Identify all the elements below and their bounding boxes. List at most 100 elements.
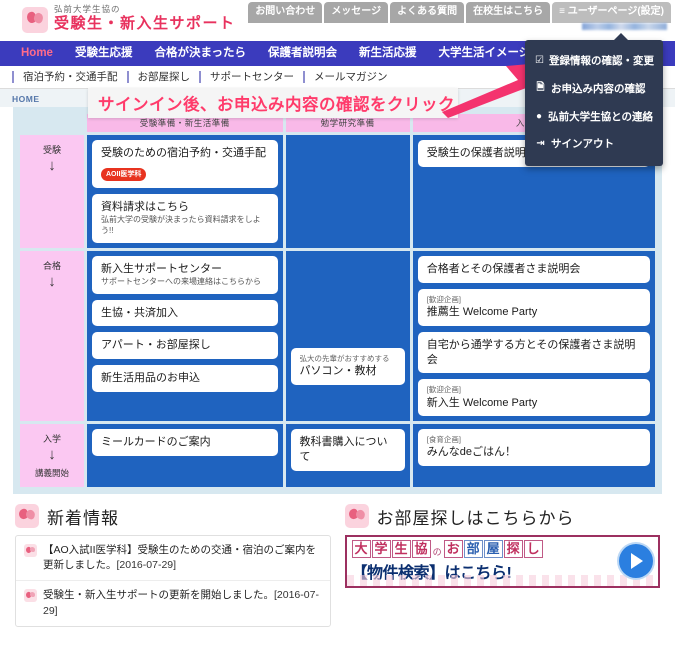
stage-name: 入学 [42, 434, 61, 445]
cell-exam-col1: 受験のための宿泊予約・交通手配 AOII医学科 資料請求はこちら 弘前大学の受験… [87, 135, 283, 248]
menu-item-sign-out[interactable]: ⇥ サインアウト [525, 130, 663, 157]
chat-bubble-icon: ● [536, 111, 543, 122]
message-button[interactable]: メッセージ [324, 2, 389, 23]
news-text: 【AO入試II医学科】受験生のための交通・宿泊のご案内を更新しました。 [43, 543, 317, 572]
card-meal-card[interactable]: ミールカードのご案内 [92, 429, 278, 457]
news-list: 【AO入試II医学科】受験生のための交通・宿泊のご案内を更新しました。[2016… [15, 534, 331, 627]
card-accepted-parent-briefing[interactable]: 合格者とその保護者さま説明会 [417, 255, 650, 283]
skyline-decoration [346, 574, 658, 586]
card-title: 新入生サポートセンター [101, 262, 222, 275]
page-root: 弘前大学生協の 受験生・新入生サポート お問い合わせ メッセージ よくある質問 … [0, 0, 675, 651]
contact-button[interactable]: お問い合わせ [248, 2, 323, 23]
card-title: 生協・共済加入 [101, 306, 178, 319]
card-support-center[interactable]: 新入生サポートセンター サポートセンターへの来場連絡はこちらから [92, 255, 278, 294]
card-recommend-welcome-party[interactable]: [歓迎企画] 推薦生 Welcome Party [417, 288, 650, 326]
nav-item-home[interactable]: Home [10, 41, 64, 66]
tulip-logo-icon [344, 504, 369, 529]
play-button-icon[interactable] [619, 544, 653, 579]
menu-item-application-confirm[interactable]: 🗎 お申込み内容の確認 [525, 74, 663, 103]
status-badge: AOII医学科 [101, 168, 147, 181]
card-subtitle: サポートセンターへの来場連絡はこちらから [101, 276, 261, 286]
document-icon: 🗎 [536, 82, 545, 93]
banner-char: 学 [371, 539, 391, 558]
stage-sub-label: 講義開始 [34, 467, 69, 478]
card-minna-de-gohan[interactable]: [食育企画] みんなdeごはん！ [417, 429, 650, 467]
user-page-settings-button[interactable]: ≡ ユーザーページ(設定) [552, 2, 671, 23]
brand-title: 受験生・新入生サポート [54, 14, 236, 32]
menu-item-label: サインアウト [551, 138, 614, 150]
card-material-request[interactable]: 資料請求はこちら 弘前大学の受験が決まったら資料請求をしよう!! [92, 194, 278, 243]
sign-out-icon: ⇥ [536, 138, 545, 149]
breadcrumb-home[interactable]: HOME [12, 94, 40, 104]
banner-char: 協 [411, 539, 431, 558]
banner-char: 部 [463, 539, 483, 558]
card-title: 合格者とその保護者さま説明会 [426, 262, 581, 275]
list-item[interactable]: 【AO入試II医学科】受験生のための交通・宿泊のご案内を更新しました。[2016… [16, 536, 330, 582]
down-arrow-icon: ↓ [48, 272, 56, 290]
banner-char: 屋 [483, 539, 503, 558]
nav-item-after-acceptance[interactable]: 合格が決まったら [143, 41, 257, 66]
stage-label-enrollment: 入学 ↓ 講義開始 [20, 424, 84, 487]
cell-enrollment-col3: [食育企画] みんなdeごはん！ [412, 424, 655, 487]
tulip-logo-icon [22, 7, 48, 33]
table-row: 入学 ↓ 講義開始 ミールカードのご案内 教科書購入について [食育企画] みん… [20, 424, 655, 487]
cell-acceptance-col3: 合格者とその保護者さま説明会 [歓迎企画] 推薦生 Welcome Party … [412, 250, 655, 422]
tulip-logo-icon [15, 504, 39, 529]
cell-enrollment-col1: ミールカードのご案内 [87, 424, 283, 487]
menu-item-registration-info[interactable]: ☑ 登録情報の確認・変更 [525, 47, 663, 74]
card-title: 教科書購入について [299, 436, 388, 464]
menu-item-contact-coop[interactable]: ● 弘前大学生協との連絡 [525, 103, 663, 130]
stage-label-exam: 受験 ↓ [20, 135, 84, 248]
banner-line-1: 大 学 生 協 の お 部 屋 探 し [351, 539, 614, 558]
cell-acceptance-col1: 新入生サポートセンター サポートセンターへの来場連絡はこちらから 生協・共済加入… [87, 250, 283, 422]
subnav-item-support-center[interactable]: サポートセンター [199, 71, 303, 83]
card-coop-insurance[interactable]: 生協・共済加入 [92, 299, 278, 327]
subnav-item-room-search[interactable]: お部屋探し [126, 71, 200, 83]
nav-item-parent-briefing[interactable]: 保護者説明会 [257, 41, 348, 66]
cell-acceptance-col2: 弘大の先輩がおすすめする パソコン・教材 [285, 250, 410, 422]
subnav-item-lodging-transport[interactable]: 宿泊予約・交通手配 [12, 71, 127, 83]
menu-item-label: お申込み内容の確認 [551, 83, 646, 95]
brand[interactable]: 弘前大学生協の 受験生・新入生サポート [22, 5, 236, 33]
menu-item-label: 登録情報の確認・変更 [548, 55, 654, 67]
card-title: 自宅から通学する方とその保護者さま説明会 [426, 338, 636, 366]
card-title: みんなdeごはん！ [426, 446, 517, 459]
card-pc-materials[interactable]: 弘大の先輩がおすすめする パソコン・教材 [290, 347, 405, 385]
page-title: 新着情報 [47, 508, 119, 528]
card-title: 新生活用品のお申込 [101, 372, 200, 385]
card-label: 弘大の先輩がおすすめする [299, 353, 390, 363]
list-item[interactable]: 受験生・新入生サポートの更新を開始しました。[2016-07-29] [16, 581, 330, 625]
card-commuter-parent-briefing[interactable]: 自宅から通学する方とその保護者さま説明会 [417, 331, 650, 374]
banner-char: お [443, 539, 463, 558]
card-title: 新入生 Welcome Party [426, 396, 538, 409]
down-arrow-icon: ↓ [48, 157, 56, 174]
annotation-text: サインイン後、お申込み内容の確認をクリック [98, 96, 455, 114]
subnav-item-mail-magazine[interactable]: メールマガジン [303, 71, 397, 83]
room-title-row: お部屋探しはこちらから [344, 504, 661, 529]
room-search-banner[interactable]: 大 学 生 協 の お 部 屋 探 し 【物件検索】はこちら! [344, 534, 660, 588]
stage-name: 合格 [42, 260, 61, 271]
nav-item-exam-support[interactable]: 受験生応援 [64, 41, 144, 66]
cell-enrollment-col2: 教科書購入について [285, 424, 410, 487]
nav-item-new-life-support[interactable]: 新生活応援 [348, 41, 428, 66]
banner-char: し [523, 539, 543, 558]
current-students-button[interactable]: 在校生はこちら [466, 2, 551, 23]
header-corner-cell [20, 114, 84, 132]
card-title: パソコン・教材 [299, 365, 377, 377]
cell-exam-col2 [285, 135, 410, 248]
card-new-life-goods[interactable]: 新生活用品のお申込 [92, 365, 278, 393]
card-apartment-search[interactable]: アパート・お部屋探し [92, 332, 278, 360]
faq-button[interactable]: よくある質問 [390, 2, 465, 23]
card-subtitle: 弘前大学の受験が決まったら資料請求をしよう!! [101, 215, 261, 236]
card-title: アパート・お部屋探し [101, 339, 211, 352]
tulip-bullet-icon [24, 589, 37, 603]
annotation-callout: サインイン後、お申込み内容の確認をクリック [88, 88, 458, 118]
card-lodging-transport[interactable]: 受験のための宿泊予約・交通手配 AOII医学科 [92, 140, 278, 189]
card-label: [食育企画] [426, 435, 461, 445]
brand-subtitle: 弘前大学生協の [54, 4, 121, 14]
card-label: [歓迎企画] [426, 294, 461, 304]
top-button-group: お問い合わせ メッセージ よくある質問 在校生はこちら ≡ ユーザーページ(設定… [248, 2, 671, 23]
card-textbook-purchase[interactable]: 教科書購入について [290, 429, 405, 472]
card-freshman-welcome-party[interactable]: [歓迎企画] 新入生 Welcome Party [417, 379, 650, 417]
page-title: お部屋探しはこちらから [376, 508, 575, 528]
